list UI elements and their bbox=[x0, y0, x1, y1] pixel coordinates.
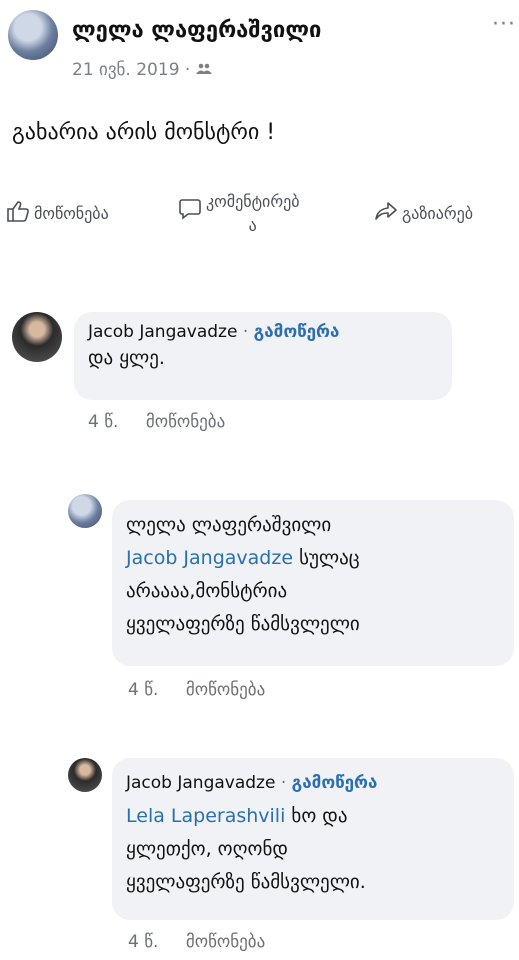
reply-avatar[interactable] bbox=[68, 494, 102, 528]
subscribe-link[interactable]: გამოწერა bbox=[254, 322, 340, 342]
more-options-icon[interactable]: ··· bbox=[492, 12, 516, 37]
share-icon bbox=[374, 200, 402, 226]
comment-label-line1: კომენტირებ bbox=[206, 192, 300, 211]
comment-text: და ყლე. bbox=[88, 347, 165, 369]
post-author-avatar[interactable] bbox=[8, 10, 58, 60]
comment-avatar[interactable] bbox=[12, 312, 62, 362]
like-button[interactable]: მოწონება bbox=[6, 200, 109, 226]
comment-author[interactable]: Jacob Jangavadze bbox=[88, 322, 237, 342]
comment-icon bbox=[178, 198, 206, 224]
share-label: გაზიარებ bbox=[402, 203, 473, 223]
reply-meta: 4 წ. მოწონება bbox=[128, 932, 287, 952]
comment-label: კომენტირებ ა bbox=[206, 190, 299, 238]
friends-icon bbox=[195, 60, 212, 80]
reply-avatar[interactable] bbox=[68, 758, 102, 792]
comment-time[interactable]: 4 წ. bbox=[88, 412, 118, 432]
comment-meta: 4 წ. მოწონება bbox=[88, 412, 247, 432]
reply-time[interactable]: 4 წ. bbox=[128, 680, 158, 700]
thumbs-up-icon bbox=[6, 200, 34, 226]
subscribe-link[interactable]: გამოწერა bbox=[292, 773, 378, 793]
reply-text-rest: ხო და bbox=[291, 805, 348, 827]
reply-text-line2: არაააა,მონსტრია bbox=[126, 580, 288, 602]
post-date-text[interactable]: 21 ივნ. 2019 · bbox=[72, 60, 190, 80]
comment-button[interactable]: კომენტირებ ა bbox=[178, 190, 299, 238]
reply-like-link[interactable]: მოწონება bbox=[186, 932, 265, 952]
separator: · bbox=[242, 322, 249, 342]
reply-bubble: Jacob Jangavadze · გამოწერა Lela Laperas… bbox=[112, 758, 514, 920]
post-text: გახარია არის მონსტრი ! bbox=[12, 120, 276, 145]
reply-text-line2: ყლეთქო, ოღონდ bbox=[126, 838, 288, 860]
reply-text-rest: სულაც bbox=[299, 547, 360, 569]
comment-author-line: Jacob Jangavadze · გამოწერა bbox=[88, 322, 438, 342]
reply-bubble: ლელა ლაფერაშვილი Jacob Jangavadze სულაც … bbox=[112, 500, 514, 666]
reply-author-line: Jacob Jangavadze · გამოწერა bbox=[126, 766, 500, 800]
reply-author[interactable]: Jacob Jangavadze bbox=[126, 773, 275, 793]
mention-link[interactable]: Jacob Jangavadze bbox=[126, 547, 293, 569]
comment-like-link[interactable]: მოწონება bbox=[146, 412, 225, 432]
reply-time[interactable]: 4 წ. bbox=[128, 932, 158, 952]
like-label: მოწონება bbox=[34, 203, 109, 223]
reply-meta: 4 წ. მოწონება bbox=[128, 680, 287, 700]
mention-link[interactable]: Lela Laperashvili bbox=[126, 805, 285, 827]
share-button[interactable]: გაზიარებ bbox=[374, 200, 473, 226]
reply-text-line1: Lela Laperashvili ხო და bbox=[126, 800, 500, 833]
post-date: 21 ივნ. 2019 · bbox=[72, 60, 212, 80]
reply-text-line1: Jacob Jangavadze სულაც bbox=[126, 542, 500, 575]
reply-text-line3: ყველაფერზე წამსვლელი. bbox=[126, 871, 366, 893]
post-author-name[interactable]: ლელა ლაფერაშვილი bbox=[72, 18, 321, 43]
comment-label-line2: ა bbox=[248, 216, 257, 235]
reply-text-line3: ყველაფერზე წამსვლელი bbox=[126, 613, 360, 635]
comment-bubble: Jacob Jangavadze · გამოწერა და ყლე. bbox=[74, 312, 452, 400]
reply-like-link[interactable]: მოწონება bbox=[186, 680, 265, 700]
reply-author[interactable]: ლელა ლაფერაშვილი bbox=[126, 508, 500, 542]
separator: · bbox=[280, 773, 287, 793]
